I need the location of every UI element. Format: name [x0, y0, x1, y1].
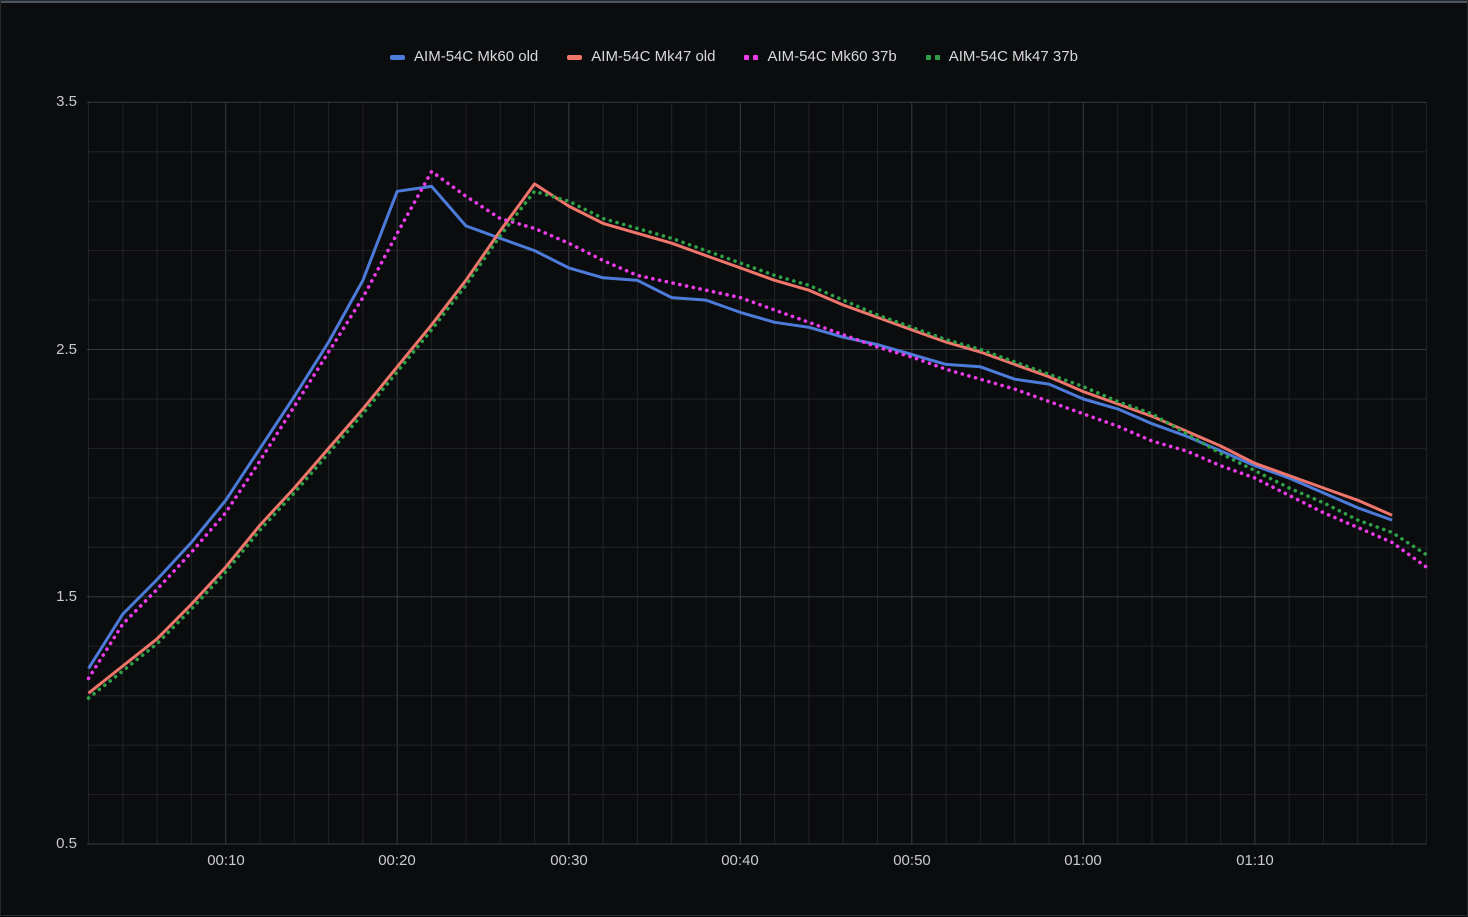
x-tick-label: 00:50 — [880, 852, 944, 870]
legend-item-aim-54c-mk60-37b[interactable]: AIM-54C Mk60 37b — [744, 47, 896, 67]
x-tick-label: 01:00 — [1051, 852, 1115, 870]
x-tick-label: 00:10 — [194, 852, 258, 870]
series-dotted-swatch-icon — [926, 55, 940, 60]
y-tick-label: 1.5 — [37, 588, 77, 606]
y-tick-label: 2.5 — [37, 341, 77, 359]
legend-item-aim-54c-mk47-old[interactable]: AIM-54C Mk47 old — [567, 47, 715, 67]
legend-item-aim-54c-mk47-37b[interactable]: AIM-54C Mk47 37b — [926, 47, 1078, 67]
x-tick-label: 00:30 — [537, 852, 601, 870]
series-dotted-swatch-icon — [744, 55, 758, 60]
swatch-dot — [926, 55, 931, 60]
x-tick-label: 00:40 — [708, 852, 772, 870]
window-top-border — [1, 1, 1467, 3]
legend-label: AIM-54C Mk47 old — [591, 47, 715, 67]
series-solid-swatch-icon — [567, 55, 582, 60]
swatch-dot — [935, 55, 940, 60]
series-line-aim-54c-mk60-37b[interactable] — [89, 172, 1427, 679]
x-tick-label: 00:20 — [365, 852, 429, 870]
series-line-aim-54c-mk47-37b[interactable] — [89, 191, 1427, 698]
legend-item-aim-54c-mk60-old[interactable]: AIM-54C Mk60 old — [390, 47, 538, 67]
legend-label: AIM-54C Mk47 37b — [949, 47, 1078, 67]
legend-label: AIM-54C Mk60 old — [414, 47, 538, 67]
swatch-dot — [744, 55, 749, 60]
legend: AIM-54C Mk60 old AIM-54C Mk47 old AIM-54C … — [1, 47, 1467, 67]
x-tick-label: 01:10 — [1223, 852, 1287, 870]
series-solid-swatch-icon — [390, 55, 405, 60]
legend-label: AIM-54C Mk60 37b — [767, 47, 896, 67]
y-tick-label: 3.5 — [37, 93, 77, 111]
y-tick-label: 0.5 — [37, 835, 77, 853]
chart-canvas[interactable] — [1, 1, 1468, 917]
swatch-dot — [753, 55, 758, 60]
